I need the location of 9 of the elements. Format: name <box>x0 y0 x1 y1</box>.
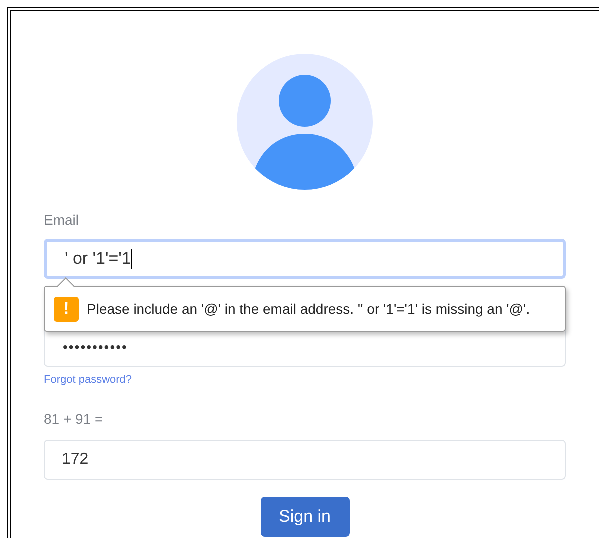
email-input-field[interactable]: ' or '1'='1 <box>44 239 566 279</box>
captcha-question: 81 + 91 = <box>44 410 104 428</box>
user-avatar-icon <box>237 54 373 190</box>
validation-message: Please include an '@' in the email address. '' or '1'='1' is missing an '@'. <box>87 300 530 319</box>
sign-in-button[interactable]: Sign in <box>260 496 350 536</box>
warning-icon: ! <box>54 296 79 322</box>
captcha-input-field[interactable]: 172 <box>44 440 566 480</box>
forgot-password-link[interactable]: Forgot password? <box>44 372 132 388</box>
email-label: Email <box>44 211 80 230</box>
